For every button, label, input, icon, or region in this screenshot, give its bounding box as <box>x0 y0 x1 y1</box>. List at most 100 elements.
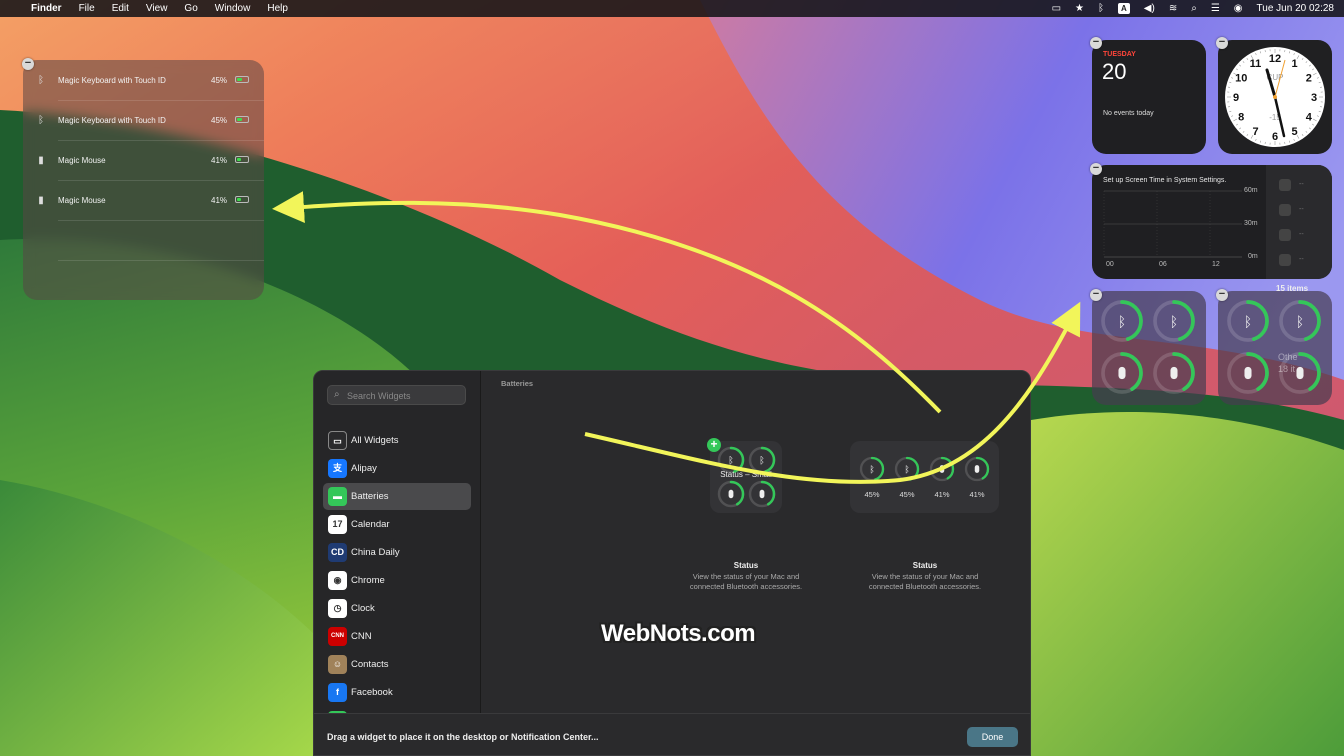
remove-widget-button[interactable]: − <box>1090 289 1102 301</box>
mouse-battery-ring <box>717 480 745 508</box>
svg-text:ᛒ: ᛒ <box>1296 314 1304 330</box>
screen-icon[interactable]: ▭ <box>1052 3 1061 14</box>
svg-text:ᛒ: ᛒ <box>1118 314 1126 330</box>
category-item[interactable]: 支 Alipay <box>323 455 471 482</box>
screen-time-app-list: -- -- -- -- <box>1266 165 1332 279</box>
calendar-events: No events today <box>1103 110 1154 117</box>
search-icon: ⌕ <box>334 389 340 400</box>
bluetooth-battery-ring: ᛒ <box>748 446 776 474</box>
svg-text:ᛒ: ᛒ <box>904 464 909 475</box>
svg-text:6: 6 <box>1272 131 1278 143</box>
menu-app-name[interactable]: Finder <box>31 3 62 14</box>
battery-level-icon <box>235 156 249 163</box>
desktop-batteries-widget[interactable]: ᛒ Magic Keyboard with Touch ID 45% ᛒ Mag… <box>23 60 264 300</box>
category-item[interactable]: ▭ All Widgets <box>323 427 471 454</box>
svg-text:10: 10 <box>1235 73 1247 85</box>
search-icon[interactable]: ⌕ <box>1191 3 1197 14</box>
category-item[interactable]: ▬ Batteries <box>323 483 471 510</box>
remove-widget-button[interactable]: − <box>1216 289 1228 301</box>
bluetooth-battery-ring: ᛒ <box>1153 300 1195 342</box>
control-center-icon[interactable]: ☰ <box>1211 3 1220 14</box>
webnots-watermark: WebNots.com <box>601 620 756 647</box>
svg-text:ᛒ: ᛒ <box>1244 314 1252 330</box>
remove-widget-button[interactable]: − <box>1090 163 1102 175</box>
batteries-small-widget[interactable]: ᛒᛒ <box>1218 291 1332 405</box>
battery-level-icon <box>235 116 249 123</box>
facebook-icon: f <box>328 683 347 702</box>
star-icon[interactable]: ★ <box>1075 3 1084 14</box>
mouse-battery-ring <box>1101 352 1143 394</box>
battery-level-icon <box>235 196 249 203</box>
mouse-battery-ring <box>964 456 990 482</box>
cnn-icon: CNN <box>328 627 347 646</box>
search-widgets-field[interactable]: ⌕ Search Widgets <box>327 385 466 405</box>
mouse-battery-ring <box>929 456 955 482</box>
battery-level-icon <box>235 76 249 83</box>
svg-text:ᛒ: ᛒ <box>869 464 874 475</box>
menu-edit[interactable]: Edit <box>112 3 129 14</box>
input-source-icon[interactable]: A <box>1118 3 1130 14</box>
category-item[interactable]: f Facebook <box>323 679 471 706</box>
svg-text:5: 5 <box>1291 126 1297 138</box>
bluetooth-battery-ring: ᛒ <box>1227 300 1269 342</box>
widget-description: Status View the status of your Mac andco… <box>1029 561 1030 592</box>
batteries-icon: ▬ <box>328 487 347 506</box>
menu-view[interactable]: View <box>146 3 168 14</box>
category-item[interactable]: CNN CNN <box>323 623 471 650</box>
remove-widget-button[interactable]: − <box>1090 37 1102 49</box>
bluetooth-icon[interactable]: ᛒ <box>1098 3 1104 14</box>
svg-text:ᛒ: ᛒ <box>1170 314 1178 330</box>
svg-text:2: 2 <box>1306 73 1312 85</box>
remove-widget-button[interactable]: − <box>22 58 34 70</box>
svg-text:ᛒ: ᛒ <box>728 456 734 467</box>
menu-help[interactable]: Help <box>267 3 288 14</box>
all-widgets-icon: ▭ <box>328 431 347 450</box>
bluetooth-battery-ring: ᛒ <box>717 446 745 474</box>
batteries-small-widget[interactable]: ᛒᛒ <box>1092 291 1206 405</box>
mouse-battery-ring <box>1227 352 1269 394</box>
done-button[interactable]: Done <box>967 727 1018 747</box>
menu-window[interactable]: Window <box>215 3 251 14</box>
svg-text:3: 3 <box>1311 92 1317 104</box>
category-item[interactable]: ◉ Chrome <box>323 567 471 594</box>
contacts-icon: ☺ <box>328 655 347 674</box>
screen-time-message: Set up Screen Time in System Settings. <box>1103 177 1227 184</box>
menu-go[interactable]: Go <box>184 3 197 14</box>
svg-text:1: 1 <box>1291 58 1297 70</box>
clock-widget[interactable]: 12 1 2 3 4 5 6 7 8 9 10 11 CUP -15 <box>1218 40 1332 154</box>
category-item[interactable]: ◷ Clock <box>323 595 471 622</box>
screen-time-widget[interactable]: Set up Screen Time in System Settings. 6… <box>1092 165 1332 279</box>
svg-text:11: 11 <box>1250 58 1262 70</box>
wifi-icon[interactable]: ≋ <box>1169 3 1177 14</box>
widget-gallery-window: ⌕ Search Widgets ▭ All Widgets 支 Alipay ▬ Bat… <box>313 370 1031 756</box>
battery-row: ▮ Magic Mouse 41% <box>23 140 264 180</box>
widget-description: Status View the status of your Mac andco… <box>689 561 803 591</box>
remove-widget-button[interactable]: − <box>1216 37 1228 49</box>
svg-text:4: 4 <box>1306 112 1313 124</box>
widget-gallery-footer: Drag a widget to place it on the desktop… <box>314 713 1030 755</box>
widget-preview-medium[interactable]: 45% 45% 41% 41% ᛒᛒ <box>850 441 999 513</box>
category-item[interactable]: 17 Calendar <box>323 511 471 538</box>
mouse-battery-ring <box>1153 352 1195 394</box>
bluetooth-icon: ᛒ <box>38 114 44 126</box>
chrome-icon: ◉ <box>328 571 347 590</box>
menu-clock[interactable]: Tue Jun 20 02:28 <box>1257 3 1334 14</box>
battery-row: ᛒ Magic Keyboard with Touch ID 45% <box>23 60 264 100</box>
china-daily-icon: CD <box>328 543 347 562</box>
screen-time-chart <box>1103 190 1242 258</box>
menu-bar: Finder File Edit View Go Window Help ▭ ★… <box>0 0 1344 17</box>
volume-icon[interactable]: ◀) <box>1144 3 1155 14</box>
category-item[interactable]: ☺ Contacts <box>323 651 471 678</box>
widget-description: Status View the status of your Mac andco… <box>868 561 982 591</box>
widget-preview-small[interactable]: Status – Small ᛒᛒ <box>710 441 782 513</box>
siri-icon[interactable]: ◉ <box>1234 3 1243 14</box>
battery-row: ᛒ Magic Keyboard with Touch ID 45% <box>23 100 264 140</box>
clock-face: 12 1234567891011 CUP -15 <box>1225 47 1325 147</box>
bluetooth-icon: ᛒ <box>38 74 44 86</box>
mouse-battery-ring <box>748 480 776 508</box>
calendar-widget[interactable]: TUESDAY 20 No events today <box>1092 40 1206 154</box>
menu-file[interactable]: File <box>79 3 95 14</box>
ghost-stack-label: Othe 18 it <box>1278 352 1298 374</box>
add-widget-button[interactable]: + <box>707 438 721 452</box>
category-item[interactable]: CD China Daily <box>323 539 471 566</box>
